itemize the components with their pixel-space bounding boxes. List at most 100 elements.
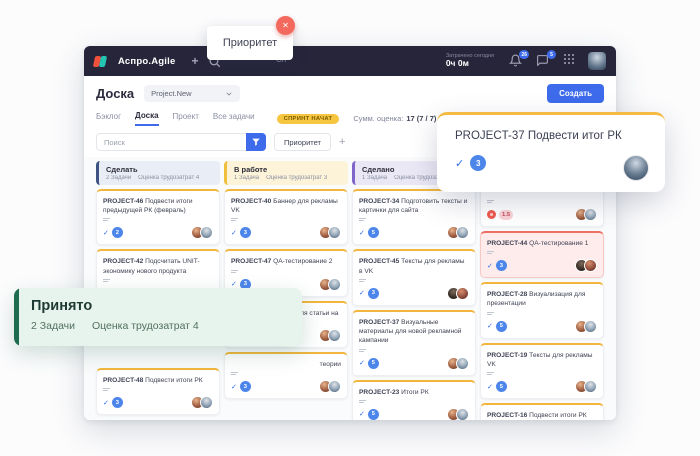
status-estimate: Оценка трудозатрат 4: [92, 320, 199, 332]
board-column-done: Сделано 1 ЗадачаОценка трудозатрат PROJE…: [352, 161, 476, 420]
story-points-badge: 5: [496, 381, 507, 392]
story-points-badge: 5: [368, 409, 379, 420]
assignee-avatars: [575, 380, 597, 393]
avatar: [456, 357, 469, 370]
avatar: [328, 278, 341, 291]
priority-flame-icon: [487, 210, 496, 219]
sprint-status-badge: СПРИНТ НАЧАТ: [277, 114, 340, 124]
avatar: [456, 408, 469, 420]
board-select[interactable]: Project.New: [144, 85, 240, 102]
tab-board[interactable]: Доска: [135, 111, 158, 126]
assignee-avatars: [447, 408, 469, 420]
assignee-avatars: [191, 226, 213, 239]
checkmark-icon: ✓: [231, 383, 237, 391]
task-card[interactable]: PROJECT-23 Итоги РК✓5: [352, 380, 476, 420]
column-header[interactable]: В работе 1 ЗадачаОценка трудозатрат 3: [224, 161, 348, 185]
add-filter-button[interactable]: +: [339, 137, 345, 148]
filter-button[interactable]: [246, 133, 266, 151]
task-card[interactable]: теории✓3: [224, 352, 348, 399]
tab-all-tasks[interactable]: Все задачи: [213, 112, 255, 125]
assignee-avatars: [575, 259, 597, 272]
user-avatar[interactable]: [588, 52, 606, 70]
story-points-badge: 3: [240, 227, 251, 238]
accepted-status-card[interactable]: Принято 2 Задачи Оценка трудозатрат 4: [14, 288, 302, 346]
assignee-avatars: [319, 329, 341, 342]
estimate-badge: 1.5: [499, 210, 513, 220]
avatar: [584, 259, 597, 272]
column-tasks-count: 1 Задача: [362, 175, 387, 181]
task-card[interactable]: PROJECT-16 Подвести итоги РК✓5: [480, 403, 604, 420]
chevron-down-icon: [225, 90, 233, 98]
create-button[interactable]: Создать: [547, 84, 604, 103]
assignee-avatars: [191, 396, 213, 409]
task-title: PROJECT-34 Подготовить тексты и картинки…: [359, 197, 469, 215]
description-icon: [359, 218, 469, 221]
story-points-badge: 5: [496, 321, 507, 332]
task-card[interactable]: PROJECT-37 Визуальные материалы для ново…: [352, 310, 476, 376]
close-icon[interactable]: ✕: [276, 16, 295, 35]
column-tasks-count: 1 Задача: [234, 175, 259, 181]
status-title: Принято: [31, 298, 302, 314]
story-points-badge: 5: [368, 358, 379, 369]
story-points-badge: 3: [470, 155, 486, 171]
task-title: PROJECT-19 Тексты для рекламы VK: [487, 351, 597, 369]
summary-estimate: Сумм. оценка: 17 (7 / 7) ?: [353, 114, 447, 123]
task-card[interactable]: PROJECT-45 Тексты для рекламы в VK ✓3: [352, 249, 476, 305]
funnel-icon: [251, 137, 261, 147]
checkmark-icon: ✓: [103, 399, 109, 407]
board-column-accepted: 1.5PROJECT-44 QA-тестирование 1✓3PROJECT…: [480, 161, 604, 420]
task-card[interactable]: PROJECT-46 Подвести итоги предыдущей РК …: [96, 189, 220, 245]
task-card[interactable]: PROJECT-34 Подготовить тексты и картинки…: [352, 189, 476, 245]
search-input[interactable]: [96, 133, 246, 151]
task-card[interactable]: PROJECT-28 Визуализация для презентации✓…: [480, 282, 604, 338]
description-icon: [231, 218, 341, 221]
checkmark-icon: ✓: [487, 262, 493, 270]
time-tracker[interactable]: Затрачено сегодня 0ч 0м: [446, 53, 494, 68]
checkmark-icon: ✓: [455, 157, 464, 170]
checkmark-icon: ✓: [231, 229, 237, 237]
avatar: [328, 226, 341, 239]
avatar: [328, 329, 341, 342]
description-icon: [103, 388, 213, 391]
add-icon[interactable]: +: [191, 54, 198, 68]
task-card[interactable]: PROJECT-44 QA-тестирование 1✓3: [480, 231, 604, 278]
column-header[interactable]: Сделать 2 ЗадачиОценка трудозатрат 4: [96, 161, 220, 185]
assignee-avatars: [447, 287, 469, 300]
avatar: [584, 320, 597, 333]
checkmark-icon: ✓: [359, 289, 365, 297]
assignee-avatars: [575, 320, 597, 333]
task-card[interactable]: PROJECT-19 Тексты для рекламы VK✓5: [480, 343, 604, 399]
task-title: PROJECT-45 Тексты для рекламы в VK: [359, 257, 469, 275]
avatar: [456, 226, 469, 239]
app-name: Аспро.Agile: [118, 56, 175, 67]
topbar: Аспро.Agile + Сп Затрачено сегодня 0ч 0м…: [84, 46, 616, 76]
tab-backlog[interactable]: Бэклог: [96, 112, 121, 125]
notifications-button[interactable]: 26: [509, 54, 523, 68]
checkmark-icon: ✓: [103, 229, 109, 237]
task-title: PROJECT-48 Подвести итоги РК: [103, 376, 213, 385]
task-title: PROJECT-42 Подсчитать UNIT-экономику нов…: [103, 257, 213, 275]
description-icon: [359, 279, 469, 282]
task-title: PROJECT-47 QA-тестирование 2: [231, 257, 341, 266]
avatar: [584, 208, 597, 221]
description-icon: [231, 270, 341, 273]
task-popup-card[interactable]: PROJECT-37 Подвести итог РК ✓ 3: [437, 112, 665, 192]
checkmark-icon: ✓: [231, 280, 237, 288]
assignee-avatars: [319, 226, 341, 239]
messages-button[interactable]: 5: [536, 54, 550, 68]
description-icon: [359, 400, 469, 403]
story-points-badge: 3: [368, 288, 379, 299]
priority-filter-chip[interactable]: Приоритет: [274, 133, 331, 151]
task-card[interactable]: PROJECT-40 Баннер для рекламы VK✓3: [224, 189, 348, 245]
task-title: PROJECT-28 Визуализация для презентации: [487, 290, 597, 308]
story-points-badge: 3: [112, 397, 123, 408]
app-logo-icon: [94, 55, 108, 68]
tab-project[interactable]: Проект: [173, 112, 199, 125]
story-points-badge: 2: [112, 227, 123, 238]
task-title: PROJECT-16 Подвести итоги РК: [487, 411, 597, 420]
description-icon: [103, 279, 213, 282]
task-title: PROJECT-44 QA-тестирование 1: [487, 239, 597, 248]
page-title: Доска: [96, 86, 134, 101]
task-card[interactable]: PROJECT-48 Подвести итоги РК ✓3: [96, 368, 220, 415]
apps-grid-icon[interactable]: [563, 52, 575, 70]
